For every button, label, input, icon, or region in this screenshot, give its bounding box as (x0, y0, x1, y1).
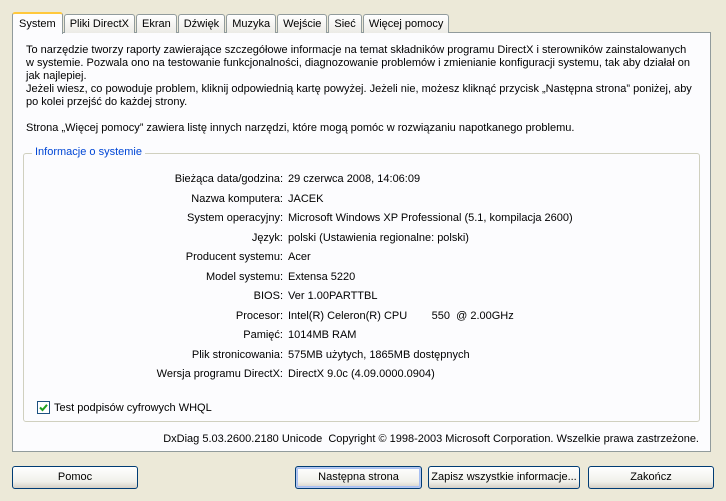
info-row-bios: BIOS: Ver 1.00PARTTBL (24, 287, 699, 307)
info-value: JACEK (288, 192, 324, 205)
info-value: Ver 1.00PARTTBL (288, 290, 378, 302)
info-label: Model systemu: (205, 270, 283, 283)
info-label: Producent systemu: (185, 251, 283, 263)
copyright-footer: DxDiag 5.03.2600.2180 Unicode Copyright … (163, 433, 699, 445)
intro-paragraph-3: Strona „Więcej pomocy” zawiera listę inn… (26, 122, 575, 134)
info-label: Wersja programu DirectX: (156, 368, 283, 380)
system-info-title: Informacje o systemie (32, 146, 145, 158)
tab-music[interactable]: Muzyka (226, 14, 277, 33)
whql-checkbox[interactable] (37, 401, 50, 414)
info-label: BIOS: (253, 290, 283, 302)
system-info-rows: Bieżąca data/godzina: 29 czerwca 2008, 1… (24, 170, 699, 385)
info-row-page-file: Plik stronicowania: 575MB użytych, 1865M… (24, 346, 699, 366)
info-label: Nazwa komputera: (191, 192, 283, 205)
tab-network[interactable]: Sieć (328, 14, 362, 33)
info-label: System operacyjny: (187, 212, 283, 224)
exit-button[interactable]: Zakończ (588, 466, 714, 489)
tab-input[interactable]: Wejście (277, 14, 328, 33)
tab-strip: System Pliki DirectX Ekran Dźwięk Muzyka… (12, 11, 450, 34)
whql-checkbox-label[interactable]: Test podpisów cyfrowych WHQL (54, 402, 212, 414)
tab-system[interactable]: System (12, 12, 63, 34)
system-info-group: Informacje o systemie Bieżąca data/godzi… (23, 146, 700, 422)
info-label: Pamięć: (243, 329, 283, 341)
tab-sound[interactable]: Dźwięk (177, 14, 226, 33)
info-value: Extensa 5220 (288, 270, 356, 283)
check-icon (39, 404, 48, 412)
tab-directx-files[interactable]: Pliki DirectX (63, 14, 135, 33)
info-label: Procesor: (235, 309, 283, 322)
info-row-date: Bieżąca data/godzina: 29 czerwca 2008, 1… (24, 170, 699, 190)
info-value: 29 czerwca 2008, 14:06:09 (288, 173, 421, 185)
info-value: polski (Ustawienia regionalne: polski) (288, 231, 469, 244)
intro-paragraph-2: Jeżeli wiesz, co powoduje problem, klikn… (26, 83, 692, 108)
tab-more-help[interactable]: Więcej pomocy (362, 14, 450, 33)
info-row-memory: Pamięć: 1014MB RAM (24, 326, 699, 346)
tab-display[interactable]: Ekran (135, 14, 177, 33)
info-value: DirectX 9.0c (4.09.0000.0904) (288, 368, 435, 380)
info-label: Język: (251, 231, 283, 244)
info-value: 1014MB RAM (288, 329, 357, 341)
info-label: Plik stronicowania: (191, 348, 283, 361)
info-value: Microsoft Windows XP Professional (5.1, … (288, 212, 573, 224)
next-page-button[interactable]: Następna strona (295, 466, 422, 489)
info-row-directx-version: Wersja programu DirectX: DirectX 9.0c (4… (24, 365, 699, 385)
info-row-manufacturer: Producent systemu: Acer (24, 248, 699, 268)
info-row-processor: Procesor: Intel(R) Celeron(R) CPU 550 @ … (24, 307, 699, 327)
info-row-model: Model systemu: Extensa 5220 (24, 268, 699, 288)
info-row-os: System operacyjny: Microsoft Windows XP … (24, 209, 699, 229)
info-value: Acer (288, 251, 311, 263)
whql-check-row: Test podpisów cyfrowych WHQL (37, 401, 212, 414)
help-button[interactable]: Pomoc (12, 466, 138, 489)
info-value: Intel(R) Celeron(R) CPU 550 @ 2.00GHz (288, 309, 514, 322)
info-value: 575MB użytych, 1865MB dostępnych (288, 348, 470, 361)
info-label: Bieżąca data/godzina: (174, 173, 283, 185)
info-row-computer-name: Nazwa komputera: JACEK (24, 190, 699, 210)
intro-paragraph-1: To narzędzie tworzy raporty zawierające … (26, 44, 691, 82)
save-all-info-button[interactable]: Zapisz wszystkie informacje... (428, 466, 580, 489)
intro-text: To narzędzie tworzy raporty zawierające … (26, 44, 696, 135)
info-row-language: Język: polski (Ustawienia regionalne: po… (24, 229, 699, 249)
system-tab-panel: To narzędzie tworzy raporty zawierające … (12, 32, 711, 452)
